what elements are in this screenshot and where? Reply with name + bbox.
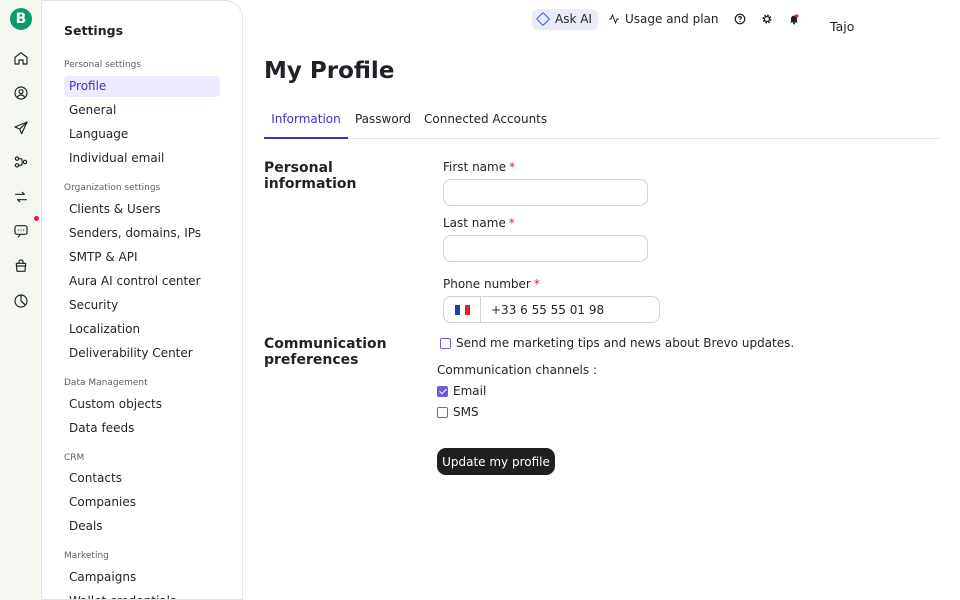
sidebar-item-campaigns[interactable]: Campaigns: [64, 567, 220, 588]
sidebar-item-senders[interactable]: Senders, domains, IPs: [64, 223, 220, 244]
last-name-label: Last name *: [443, 216, 515, 230]
email-channel-checkbox[interactable]: [437, 386, 448, 397]
send-icon[interactable]: [12, 119, 30, 137]
help-icon[interactable]: [734, 13, 746, 25]
sidebar-item-data-feeds[interactable]: Data feeds: [64, 418, 220, 439]
section-marketing: Marketing: [64, 551, 109, 561]
pie-chart-icon[interactable]: [12, 292, 30, 310]
sidebar-item-wallet-credentials[interactable]: Wallet credentials: [64, 591, 220, 599]
ask-ai-button[interactable]: Ask AI: [532, 8, 598, 30]
sidebar-item-deliverability[interactable]: Deliverability Center: [64, 343, 220, 364]
sidebar-item-aura-ai[interactable]: Aura AI control center: [64, 271, 220, 292]
tab-password[interactable]: Password: [352, 104, 414, 139]
user-circle-icon[interactable]: [12, 84, 30, 102]
update-profile-button[interactable]: Update my profile: [437, 448, 555, 475]
personal-info-title: Personal information: [264, 160, 357, 192]
sidebar-item-clients-users[interactable]: Clients & Users: [64, 199, 220, 220]
section-personal-settings: Personal settings: [64, 60, 142, 70]
usage-label: Usage and plan: [624, 12, 719, 26]
tab-information[interactable]: Information: [264, 104, 348, 139]
usage-plan-button[interactable]: Usage and plan: [608, 12, 719, 26]
top-bar: Ask AI Usage and plan: [532, 8, 800, 30]
chat-icon[interactable]: [12, 222, 30, 240]
email-channel-label: Email: [453, 384, 487, 398]
user-name[interactable]: Tajo: [830, 19, 854, 34]
gear-icon[interactable]: [761, 13, 773, 25]
marketing-optin-checkbox[interactable]: [440, 338, 451, 349]
sidebar-item-individual-email[interactable]: Individual email: [64, 148, 220, 169]
phone-label: Phone number *: [443, 277, 540, 291]
sidebar-item-security[interactable]: Security: [64, 295, 220, 316]
home-icon[interactable]: [12, 49, 30, 67]
sidebar-item-localization[interactable]: Localization: [64, 319, 220, 340]
section-crm: CRM: [64, 453, 85, 463]
sidebar-item-general[interactable]: General: [64, 100, 220, 121]
sidebar-item-deals[interactable]: Deals: [64, 516, 220, 537]
required-mark: *: [509, 160, 516, 174]
ask-ai-label: Ask AI: [555, 12, 592, 26]
first-name-field[interactable]: [443, 179, 648, 206]
required-mark: *: [533, 277, 540, 291]
tab-connected-accounts[interactable]: Connected Accounts: [424, 104, 547, 139]
required-mark: *: [508, 216, 515, 230]
sync-icon[interactable]: [12, 188, 30, 206]
sidebar-item-profile[interactable]: Profile: [64, 76, 220, 97]
profile-tabs: Information Password Connected Accounts: [264, 104, 940, 139]
phone-field: [443, 296, 660, 323]
bell-icon[interactable]: [788, 13, 800, 25]
phone-input[interactable]: [481, 302, 651, 317]
app-rail: B: [0, 0, 42, 600]
sidebar-item-companies[interactable]: Companies: [64, 492, 220, 513]
last-name-label-text: Last name: [443, 216, 506, 230]
sidebar-item-contacts[interactable]: Contacts: [64, 468, 220, 489]
marketing-optin-label: Send me marketing tips and news about Br…: [456, 336, 795, 350]
sms-channel-checkbox[interactable]: [437, 407, 448, 418]
sidebar-item-custom-objects[interactable]: Custom objects: [64, 394, 220, 415]
section-data-management: Data Management: [64, 378, 148, 388]
notification-dot: [34, 216, 39, 221]
first-name-label: First name *: [443, 160, 515, 174]
communication-title: Communication preferences: [264, 336, 387, 368]
section-organization-settings: Organization settings: [64, 183, 161, 193]
france-flag-icon: [454, 304, 470, 315]
phone-label-text: Phone number: [443, 277, 531, 291]
shopping-bag-icon[interactable]: [12, 257, 30, 275]
sms-channel-label: SMS: [453, 405, 479, 419]
sidebar-item-smtp-api[interactable]: SMTP & API: [64, 247, 220, 268]
ai-sparkle-icon: [535, 11, 551, 27]
brevo-logo[interactable]: B: [10, 8, 32, 30]
settings-sidebar: Settings Personal settings Profile Gener…: [42, 0, 243, 600]
first-name-label-text: First name: [443, 160, 507, 174]
channels-label: Communication channels :: [437, 363, 597, 377]
last-name-field[interactable]: [443, 235, 648, 262]
country-selector[interactable]: [444, 297, 481, 322]
page-title: My Profile: [264, 58, 395, 84]
automation-icon[interactable]: [12, 153, 30, 171]
sidebar-item-language[interactable]: Language: [64, 124, 220, 145]
activity-icon: [608, 13, 619, 25]
sidebar-title: Settings: [64, 23, 124, 38]
